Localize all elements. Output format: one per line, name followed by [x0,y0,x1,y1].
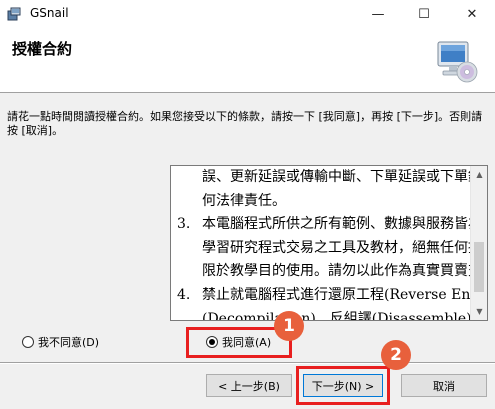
instruction-text: 請花一點時間閱讀授權合約。如果您接受以下的條款，請按一下 [我同意]，再按 [下… [7,110,483,137]
maximize-icon: ☐ [418,6,430,22]
minimize-button[interactable]: — [355,0,401,28]
disagree-label: 我不同意(D) [38,336,100,349]
back-button[interactable]: < 上一步(B) [206,374,292,397]
disagree-radio[interactable] [22,336,34,348]
license-line: (Decompilation)、反組譯(Disassemble)或任何更改原始程… [177,308,487,320]
step-badge-2: 2 [381,340,411,370]
license-item-number: 3. [177,216,191,233]
minimize-icon: — [371,6,385,22]
license-line-text: 禁止就電腦程式進行還原工程(Reverse Engineering)、解編譯 [202,286,487,303]
license-line-text: 何法律責任。 [202,192,286,209]
license-line: 何法律責任。 [177,190,465,214]
license-line: 3. 本電腦程式所供之所有範例、數據與服務皆為練習模擬交易與 [177,213,487,237]
agree-label: 我同意(A) [222,336,272,349]
license-line: 限於教學目的使用。請勿以此作為真實買賣交易之參考。 [177,260,487,284]
computer-cd-icon [437,41,478,83]
license-line: 學習研究程式交易之工具及教材，絕無任何推介買賣之意，僅 [177,237,487,261]
license-line-text: 本電腦程式所供之所有範例、數據與服務皆為練習模擬交易與 [202,216,487,233]
license-line-text: 學習研究程式交易之工具及教材，絕無任何推介買賣之意，僅 [202,239,487,256]
page-title: 授權合約 [12,40,73,58]
wizard-header: 授權合約 [0,28,495,92]
close-button[interactable]: ✕ [449,0,495,28]
license-line: 4. 禁止就電腦程式進行還原工程(Reverse Engineering)、解編譯 [177,284,487,308]
cancel-button[interactable]: 取消 [401,374,487,397]
license-text-box[interactable]: 誤、更新延誤或傳輸中斷、下單延誤或下單錯誤等情形)不負任何法律責任。 3. 本電腦程… [170,165,488,321]
agree-option[interactable]: 我同意(A) [206,334,271,350]
footer-divider-highlight [0,363,495,364]
scroll-thumb[interactable] [474,242,484,292]
license-item-number: 4. [177,286,191,303]
installer-app-icon [7,7,21,21]
next-button[interactable]: 下一步(N) > [303,374,383,397]
agree-radio[interactable] [206,336,218,348]
scroll-up-arrow-icon[interactable]: ▲ [471,166,487,183]
disagree-option[interactable]: 我不同意(D) [22,334,99,350]
license-line: 誤、更新延誤或傳輸中斷、下單延誤或下單錯誤等情形)不負任 [177,166,487,190]
license-line-text: (Decompilation)、反組譯(Disassemble)或任何更改原始程… [202,310,487,321]
step-badge-1: 1 [274,311,304,341]
title-bar: GSnail — ☐ ✕ [0,0,495,28]
close-icon: ✕ [466,6,478,22]
scroll-down-arrow-icon[interactable]: ▼ [471,303,487,320]
license-scrollbar[interactable]: ▲ ▼ [470,166,487,320]
window-title: GSnail [30,6,69,20]
license-line-text: 限於教學目的使用。請勿以此作為真實買賣交易之參考。 [202,263,487,280]
license-content: 誤、更新延誤或傳輸中斷、下單延誤或下單錯誤等情形)不負任何法律責任。 3. 本電腦程… [177,166,487,320]
maximize-button[interactable]: ☐ [401,0,447,28]
license-line-text: 誤、更新延誤或傳輸中斷、下單延誤或下單錯誤等情形)不負任 [202,169,488,185]
